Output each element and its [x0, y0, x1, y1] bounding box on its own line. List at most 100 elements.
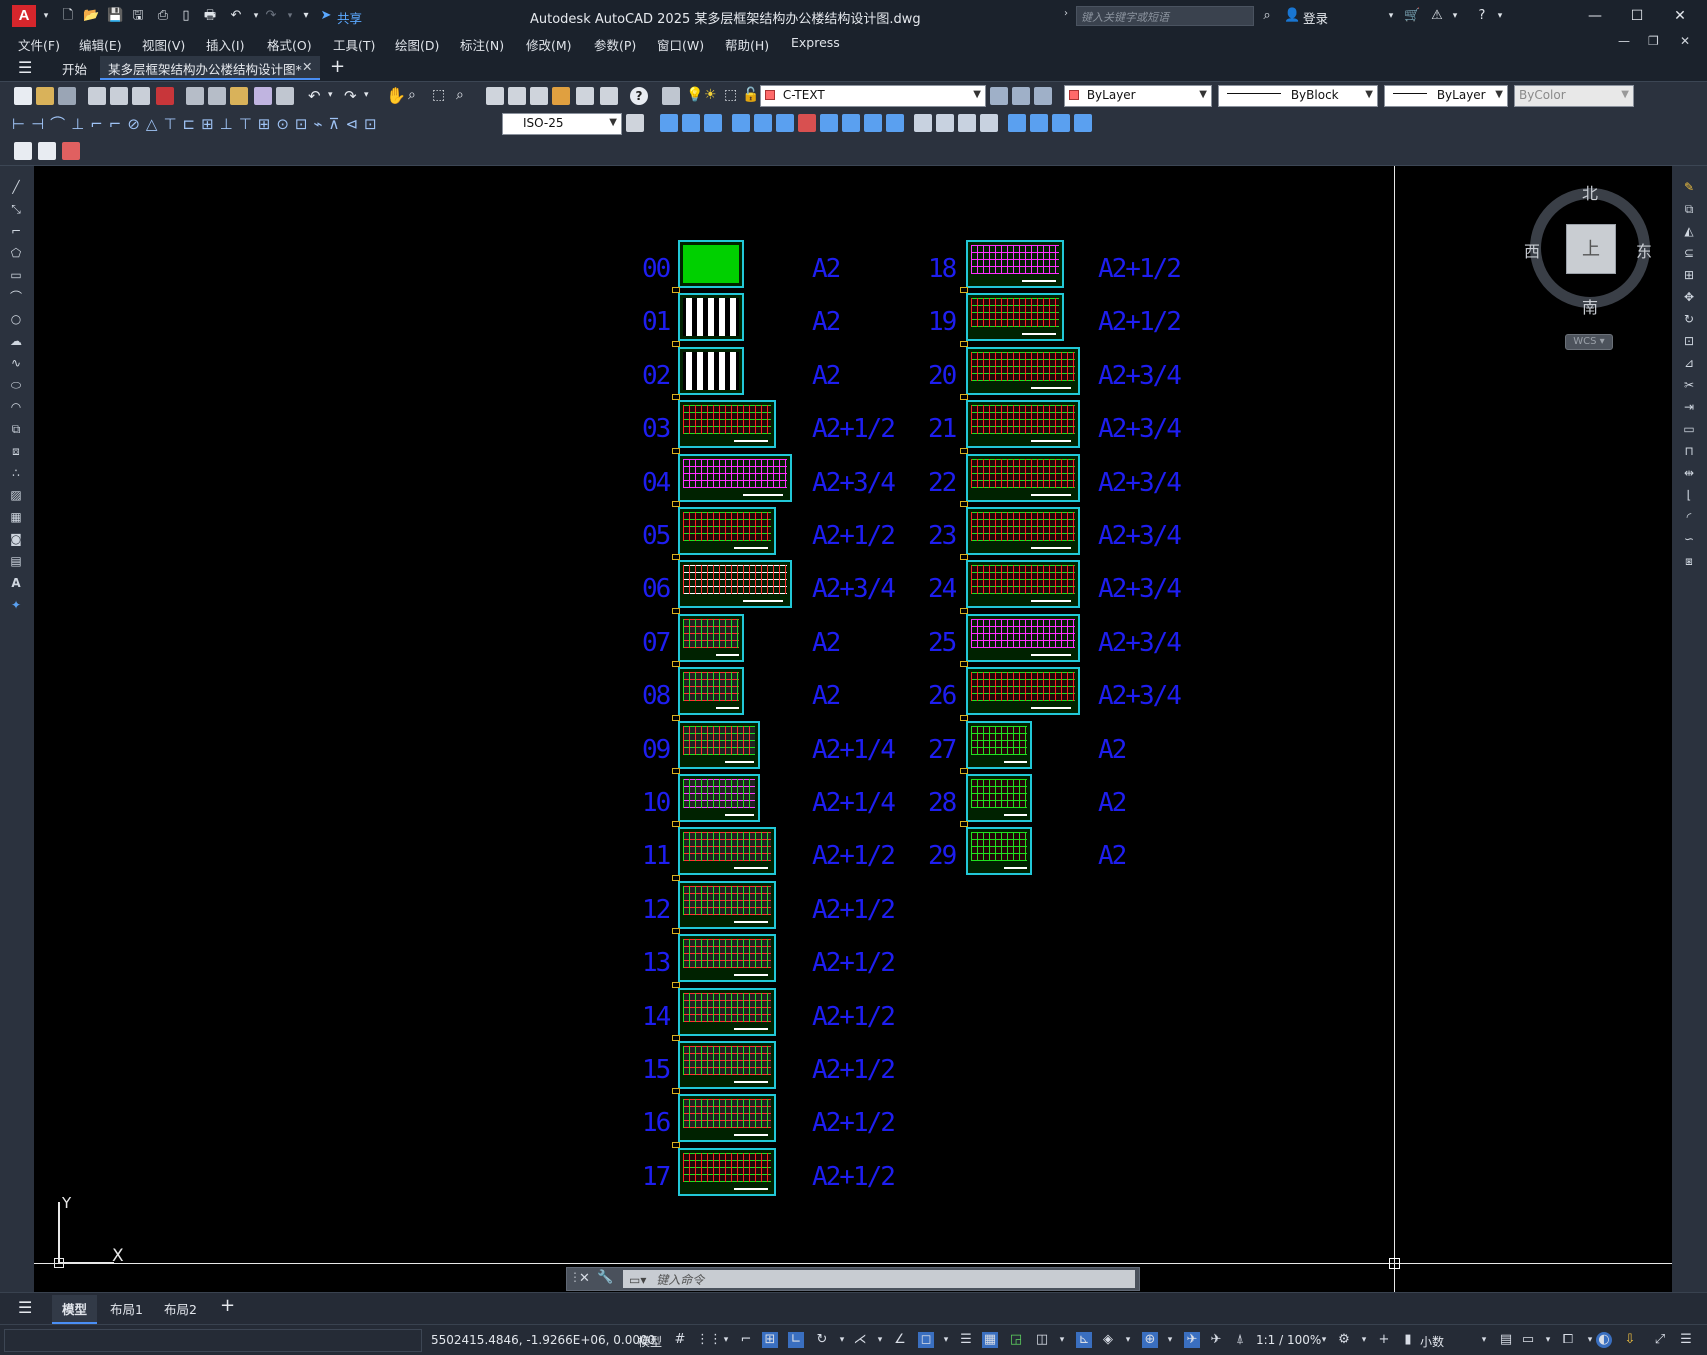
text-edit-icon[interactable] — [14, 142, 32, 160]
left-column-sheet-frame[interactable] — [678, 880, 776, 929]
menu-express[interactable]: Express — [791, 35, 840, 50]
clean-screen-icon[interactable]: ⤢ — [1652, 1332, 1668, 1348]
plot-icon[interactable]: 🖶 — [202, 8, 218, 24]
undo-tb-icon[interactable]: ↶ — [308, 87, 321, 105]
move-pal-icon[interactable]: ✥ — [1680, 288, 1698, 306]
make-current-layer-icon[interactable] — [990, 87, 1008, 105]
make-block-icon[interactable]: ⧈ — [7, 442, 25, 460]
copy-object-icon[interactable] — [660, 114, 678, 132]
explode-icon[interactable] — [1008, 114, 1026, 132]
stretch-pal-icon[interactable]: ⊿ — [1680, 354, 1698, 372]
mirror-pal-icon[interactable]: ◭ — [1680, 222, 1698, 240]
fillet-pal-icon[interactable]: ◜ — [1680, 508, 1698, 526]
mirror-icon[interactable] — [682, 114, 700, 132]
viewcube-top-face[interactable]: 上 — [1566, 224, 1616, 274]
annotation-scale-value[interactable]: 1:1 / 100% — [1256, 1333, 1321, 1347]
gradient-icon[interactable]: ▦ — [7, 508, 25, 526]
polar-tracking-icon[interactable]: ↻ — [814, 1332, 830, 1348]
rectangle-icon[interactable]: ▭ — [7, 266, 25, 284]
tab-layout1[interactable]: 布局1 — [110, 1299, 143, 1318]
left-column-sheet-frame[interactable] — [678, 774, 760, 822]
right-column-sheet-frame[interactable] — [966, 774, 1032, 822]
copy-icon[interactable] — [208, 87, 226, 105]
ellipse-arc-icon[interactable]: ◠ — [7, 398, 25, 416]
layer-on-icon[interactable]: 💡 — [686, 87, 703, 103]
trim-icon[interactable] — [864, 114, 882, 132]
block-editor-icon[interactable] — [276, 87, 294, 105]
layer-unlock-icon[interactable]: 🔓 — [742, 87, 759, 103]
left-column-sheet-frame[interactable] — [678, 400, 776, 449]
add-layout-icon[interactable]: + — [220, 1295, 235, 1316]
right-column-sheet-frame[interactable] — [966, 240, 1064, 288]
hardware-acceleration-icon[interactable]: ◐ — [1596, 1332, 1612, 1348]
model-space-button[interactable]: 模型 — [638, 1333, 662, 1350]
copy-pal-icon[interactable]: ⧉ — [1680, 200, 1698, 218]
help-dropdown-icon[interactable]: ▾ — [1492, 8, 1508, 24]
new-file-icon[interactable]: 🗋 — [60, 8, 76, 24]
extend-icon[interactable] — [886, 114, 904, 132]
left-column-sheet-frame[interactable] — [678, 346, 744, 395]
blend-icon[interactable] — [1030, 114, 1048, 132]
extend-pal-icon[interactable]: ⇥ — [1680, 398, 1698, 416]
layout-menu-icon[interactable]: ☰ — [18, 1298, 32, 1317]
dynamic-input-icon[interactable]: ⊞ — [762, 1332, 778, 1348]
left-column-sheet-frame[interactable] — [678, 1147, 776, 1196]
publish-icon[interactable]: ⎙ — [155, 8, 171, 24]
right-column-sheet-frame[interactable] — [966, 827, 1032, 876]
polar-dropdown-icon[interactable]: ▾ — [834, 1332, 850, 1348]
selection-cycling-icon[interactable]: ◲ — [1008, 1332, 1024, 1348]
plot-preview-icon[interactable] — [110, 87, 128, 105]
menu-window[interactable]: 窗口(W) — [657, 35, 704, 54]
menu-tools[interactable]: 工具(T) — [333, 35, 375, 54]
redo-tb-dropdown-icon[interactable]: ▾ — [364, 90, 369, 100]
infer-constraints-icon[interactable]: ⌐ — [738, 1332, 754, 1348]
right-column-sheet-frame[interactable] — [966, 293, 1064, 342]
erase-pencil-icon[interactable]: ✎ — [1680, 178, 1698, 196]
search-icon[interactable]: ⌕ — [1259, 8, 1275, 24]
3d-print-icon[interactable] — [156, 87, 174, 105]
dynamic-ucs-icon[interactable]: ⊾ — [1076, 1332, 1092, 1348]
left-column-sheet-frame[interactable] — [678, 293, 744, 342]
left-column-sheet-frame[interactable] — [678, 613, 744, 662]
chamfer-icon[interactable] — [958, 114, 976, 132]
tab-drawing[interactable]: 某多层框架结构办公楼结构设计图* ✕ — [100, 56, 320, 80]
search-input[interactable]: 键入关键字或短语 — [1076, 6, 1254, 26]
tab-close-icon[interactable]: ✕ — [302, 59, 312, 74]
right-column-sheet-frame[interactable] — [966, 453, 1080, 502]
layer-dropdown[interactable]: C-TEXT ▼ — [760, 85, 986, 107]
left-column-sheet-frame[interactable] — [678, 507, 776, 555]
app-menu-chevron-icon[interactable]: ▾ — [38, 8, 54, 24]
compass-east[interactable]: 东 — [1636, 238, 1652, 262]
layer-vp-icon[interactable]: ⬚ — [724, 87, 737, 103]
plot-tb-icon[interactable] — [88, 87, 106, 105]
gizmo-icon[interactable]: ⊕ — [1142, 1332, 1158, 1348]
dimstyle-manager-icon[interactable] — [626, 114, 644, 132]
ortho-icon[interactable]: ∟ — [788, 1332, 804, 1348]
scale-pal-icon[interactable]: ⊡ — [1680, 332, 1698, 350]
web-mobile-icon[interactable]: ▯ — [178, 8, 194, 24]
customization-icon[interactable]: ☰ — [1678, 1332, 1694, 1348]
left-column-sheet-frame[interactable] — [678, 453, 792, 502]
pedit-icon[interactable] — [1074, 114, 1092, 132]
linetype-dropdown[interactable]: ByBlock ▼ — [1218, 85, 1378, 107]
annotation-visibility-icon[interactable]: ✈ — [1184, 1332, 1200, 1348]
left-column-sheet-frame[interactable] — [678, 667, 744, 716]
share-icon[interactable]: ➤ — [318, 8, 334, 24]
right-column-sheet-frame[interactable] — [966, 560, 1080, 609]
left-column-sheet-frame[interactable] — [678, 1094, 776, 1143]
menu-view[interactable]: 视图(V) — [142, 35, 185, 54]
pan-icon[interactable]: ✋ — [386, 86, 406, 105]
cut-icon[interactable] — [186, 87, 204, 105]
tab-start[interactable]: 开始 — [54, 56, 95, 80]
auto-scale-icon[interactable]: ✈ — [1208, 1332, 1224, 1348]
design-center-icon[interactable] — [508, 87, 526, 105]
compass-west[interactable]: 西 — [1524, 238, 1540, 262]
layer-thaw-icon[interactable]: ☀ — [704, 87, 717, 103]
left-column-sheet-frame[interactable] — [678, 240, 744, 288]
publish-tb-icon[interactable] — [132, 87, 150, 105]
undo-icon[interactable]: ↶ — [228, 8, 244, 24]
join-pal-icon[interactable]: ⇹ — [1680, 464, 1698, 482]
zoom-realtime-icon[interactable]: ⌕ — [408, 87, 416, 103]
markup-icon[interactable] — [576, 87, 594, 105]
right-column-sheet-frame[interactable] — [966, 346, 1080, 395]
